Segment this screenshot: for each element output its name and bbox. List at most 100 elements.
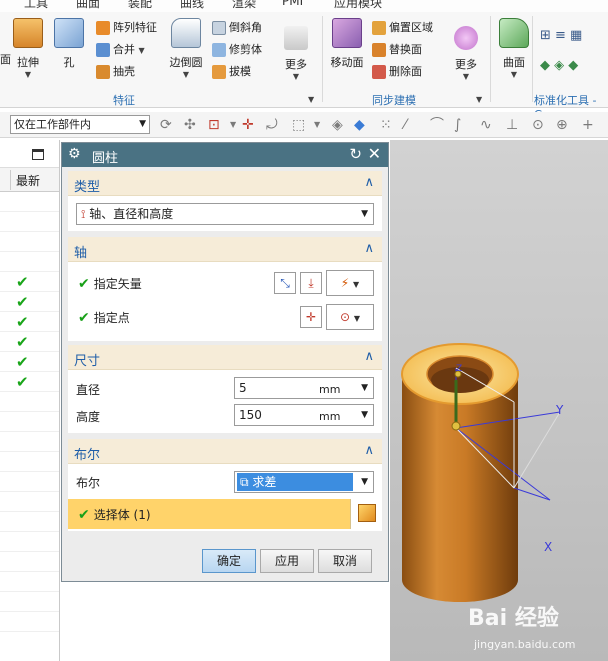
list-item[interactable]: ✔ xyxy=(0,332,59,352)
list-item[interactable] xyxy=(0,472,59,492)
menu-tab-applications[interactable]: 应用模块 xyxy=(334,0,382,11)
list-item[interactable] xyxy=(0,212,59,232)
snap-icon[interactable]: ⟳ xyxy=(160,117,172,133)
list-item[interactable] xyxy=(0,512,59,532)
cancel-button[interactable]: 取消 xyxy=(318,549,372,573)
cube-view-icon[interactable]: ◆ xyxy=(354,117,365,133)
list-item[interactable] xyxy=(0,612,59,632)
sync-group-expand-icon[interactable]: ▼ xyxy=(476,95,482,104)
point-dialog-icon[interactable]: ✛ xyxy=(300,306,322,328)
list-item[interactable] xyxy=(0,552,59,572)
menu-tab-pmi[interactable]: PMI xyxy=(282,0,303,8)
line-icon[interactable]: ⁄ xyxy=(404,117,406,133)
list-item[interactable] xyxy=(0,432,59,452)
replace-face-button[interactable]: 替换面 xyxy=(372,40,422,60)
pattern-feature-button[interactable]: 阵列特征 xyxy=(96,18,157,38)
list-item[interactable]: ✔ xyxy=(0,372,59,392)
select-region-icon[interactable]: ⊡ xyxy=(208,117,220,133)
arc-icon[interactable]: ⌒ xyxy=(430,117,444,133)
shell-button[interactable]: 抽壳 xyxy=(96,62,135,82)
reverse-direction-icon[interactable]: ⤡ xyxy=(274,272,296,294)
list-item[interactable] xyxy=(0,572,59,592)
chevron-down-icon[interactable]: ▼ xyxy=(314,117,320,133)
type-section-header[interactable]: 类型 ∧ xyxy=(68,171,382,196)
list-item[interactable] xyxy=(0,392,59,412)
list-item[interactable] xyxy=(0,532,59,552)
origin-point[interactable] xyxy=(451,421,461,431)
surface-button[interactable]: 曲面 ▼ xyxy=(494,18,534,79)
feature-more-button[interactable]: 更多 ▼ xyxy=(276,18,316,81)
selection-scope-dropdown[interactable]: 仅在工作部件内 ▼ xyxy=(10,115,150,134)
menu-tab-tools[interactable]: 工具 xyxy=(24,0,48,11)
graphics-viewport[interactable]: Y X Z xyxy=(390,140,608,661)
height-input[interactable]: 150 mm ▼ xyxy=(234,404,374,426)
maximize-icon[interactable] xyxy=(32,149,44,160)
gear-icon[interactable]: ⚙ xyxy=(68,146,81,162)
curve-icon[interactable]: ∫ xyxy=(454,117,461,133)
filter-icon[interactable]: ✣ xyxy=(184,117,196,133)
list-item[interactable] xyxy=(0,592,59,612)
dimensions-section-header[interactable]: 尺寸 ∧ xyxy=(68,345,382,370)
extrude-button[interactable]: 拉伸 ▼ xyxy=(8,18,48,79)
chevron-down-icon[interactable]: ▼ xyxy=(361,378,368,398)
delete-face-button[interactable]: 删除面 xyxy=(372,62,422,82)
quadrant-icon[interactable]: ⊕ xyxy=(556,117,568,133)
move-face-button[interactable]: 移动面 xyxy=(328,18,366,70)
feature-group-expand-icon[interactable]: ▼ xyxy=(308,95,314,104)
tube-body[interactable] xyxy=(401,343,519,602)
circle-center-icon[interactable]: ⊙ xyxy=(532,117,544,133)
plus-icon[interactable]: + xyxy=(582,117,594,133)
list-item[interactable]: ✔ xyxy=(0,272,59,292)
list-item[interactable]: ✔ xyxy=(0,352,59,372)
box-select-icon[interactable]: ⬚ xyxy=(292,117,305,133)
point-type-dropdown[interactable]: ⊙ ▼ xyxy=(326,304,374,330)
std-tool-icon-2[interactable]: ◆ ◈ ◆ xyxy=(540,56,578,76)
menu-tab-curve[interactable]: 曲线 xyxy=(180,0,204,11)
list-item[interactable] xyxy=(0,192,59,212)
type-dropdown[interactable]: ⟟ 轴、直径和高度 ▼ xyxy=(76,203,374,225)
chevron-up-icon[interactable]: ∧ xyxy=(364,349,374,364)
chevron-up-icon[interactable]: ∧ xyxy=(364,241,374,256)
close-icon[interactable]: ✕ xyxy=(368,144,381,163)
scatter-icon[interactable]: ⁙ xyxy=(380,117,392,133)
chamfer-button[interactable]: 倒斜角 xyxy=(212,18,262,38)
chevron-up-icon[interactable]: ∧ xyxy=(364,175,374,190)
offset-region-button[interactable]: 偏置区域 xyxy=(372,18,433,38)
vector-type-dropdown[interactable]: ⚡ ▼ xyxy=(326,270,374,296)
list-item[interactable]: ✔ xyxy=(0,292,59,312)
boolean-dropdown[interactable]: ⧉ 求差 ▼ xyxy=(234,471,374,493)
ok-button[interactable]: 确定 xyxy=(202,549,256,573)
chevron-down-icon[interactable]: ▼ xyxy=(230,117,236,133)
tangent-icon[interactable]: ⊥ xyxy=(506,117,518,133)
list-item[interactable] xyxy=(0,452,59,472)
trim-body-button[interactable]: 修剪体 xyxy=(212,40,262,60)
combine-button[interactable]: 合并 ▼ xyxy=(96,40,145,60)
column-header-latest[interactable]: 最新 xyxy=(16,172,40,189)
solid-view-icon[interactable]: ◈ xyxy=(332,117,343,133)
select-body-button[interactable] xyxy=(350,499,382,529)
draft-button[interactable]: 拔模 xyxy=(212,62,251,82)
list-item[interactable] xyxy=(0,412,59,432)
sync-more-button[interactable]: 更多 ▼ xyxy=(446,18,486,81)
vector-dialog-icon[interactable]: ⤓ xyxy=(300,272,322,294)
select-body-row[interactable]: ✔ 选择体 (1) xyxy=(68,499,382,529)
edge-blend-button[interactable]: 边倒圆 ▼ xyxy=(166,18,206,79)
dialog-title-bar[interactable]: ⚙ 圆柱 ↻ ✕ xyxy=(62,143,388,167)
std-tool-icon-1[interactable]: ⊞ ≡ ▦ xyxy=(540,26,582,46)
chevron-up-icon[interactable]: ∧ xyxy=(364,443,374,458)
spline-icon[interactable]: ∿ xyxy=(480,117,492,133)
list-item[interactable] xyxy=(0,252,59,272)
chevron-down-icon[interactable]: ▼ xyxy=(361,405,368,425)
axis-section-header[interactable]: 轴 ∧ xyxy=(68,237,382,262)
hole-button[interactable]: 孔 xyxy=(49,18,89,70)
menu-tab-surface[interactable]: 曲面 xyxy=(76,0,100,11)
diameter-input[interactable]: 5 mm ▼ xyxy=(234,377,374,399)
list-item[interactable] xyxy=(0,492,59,512)
point-snap-icon[interactable]: ✛ xyxy=(242,117,254,133)
boolean-section-header[interactable]: 布尔 ∧ xyxy=(68,439,382,464)
apply-button[interactable]: 应用 xyxy=(260,549,314,573)
menu-tab-render[interactable]: 渲染 xyxy=(232,0,256,11)
list-item[interactable]: ✔ xyxy=(0,312,59,332)
rotate-icon[interactable]: ⤾ xyxy=(266,117,278,133)
list-item[interactable] xyxy=(0,232,59,252)
